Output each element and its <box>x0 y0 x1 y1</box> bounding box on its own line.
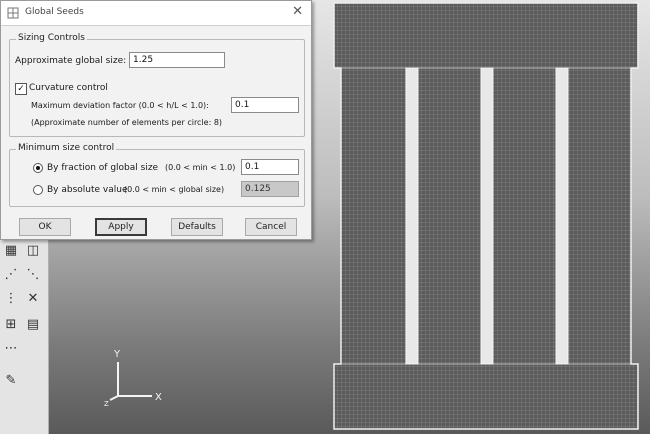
sizing-controls-title: Sizing Controls <box>16 33 87 43</box>
by-fraction-range: (0.0 < min < 1.0) <box>165 163 236 172</box>
by-fraction-input[interactable] <box>241 159 299 175</box>
close-icon[interactable]: ✕ <box>292 5 303 19</box>
min-size-group: Minimum size control <box>9 143 305 207</box>
x-axis-label: X <box>155 392 162 403</box>
approx-elements-note: (Approximate number of elements per circ… <box>31 118 223 127</box>
by-absolute-input[interactable] <box>241 181 299 197</box>
query-icon[interactable]: ✎ <box>2 372 20 390</box>
mesh-toolbox: ▦ ◫ ⋰ ⋱ ⋮ ✕ ⊞ ▤ ⋯ ✎ <box>0 240 49 434</box>
partition-icon[interactable]: ⊞ <box>2 316 20 334</box>
defaults-button[interactable]: Defaults <box>171 218 223 236</box>
curvature-checkbox[interactable]: ✓ <box>15 83 27 95</box>
mesh-region-icon[interactable]: ⋰ <box>2 266 20 284</box>
max-dev-input[interactable] <box>231 97 299 113</box>
by-absolute-range: (0.0 < min < global size) <box>124 185 225 194</box>
z-axis-line <box>109 395 119 401</box>
by-fraction-radio[interactable] <box>33 163 43 173</box>
approx-size-input[interactable] <box>129 52 225 68</box>
verify-mesh-icon[interactable]: ✕ <box>24 290 42 308</box>
approx-size-label: Approximate global size: <box>15 56 127 66</box>
assign-element-icon[interactable]: ⋮ <box>2 290 20 308</box>
z-axis-label: Z <box>104 400 109 408</box>
apply-button[interactable]: Apply <box>95 218 147 236</box>
by-absolute-radio[interactable] <box>33 185 43 195</box>
by-absolute-label: By absolute value <box>47 185 128 195</box>
min-size-title: Minimum size control <box>16 143 117 153</box>
by-fraction-label: By fraction of global size <box>47 163 159 173</box>
global-seeds-dialog: Global Seeds ✕ Sizing Controls Approxima… <box>0 0 312 240</box>
cancel-button[interactable]: Cancel <box>245 218 297 236</box>
ok-button[interactable]: OK <box>19 218 71 236</box>
app-icon <box>7 7 19 19</box>
virtual-topology-icon[interactable]: ▤ <box>24 316 42 334</box>
axis-triad: Y X Z <box>104 349 162 408</box>
max-dev-label: Maximum deviation factor (0.0 < h/L < 1.… <box>31 101 209 110</box>
meshed-part[interactable] <box>333 2 639 430</box>
seed-part-icon[interactable]: ▦ <box>2 242 20 260</box>
dialog-title: Global Seeds <box>25 7 84 17</box>
mesh-part-icon[interactable]: ⋱ <box>24 266 42 284</box>
dialog-titlebar[interactable]: Global Seeds ✕ <box>1 1 311 26</box>
seed-edge-icon[interactable]: ◫ <box>24 242 42 260</box>
edit-mesh-icon[interactable]: ⋯ <box>2 340 20 358</box>
curvature-label: Curvature control <box>29 83 108 93</box>
y-axis-label: Y <box>113 349 121 360</box>
